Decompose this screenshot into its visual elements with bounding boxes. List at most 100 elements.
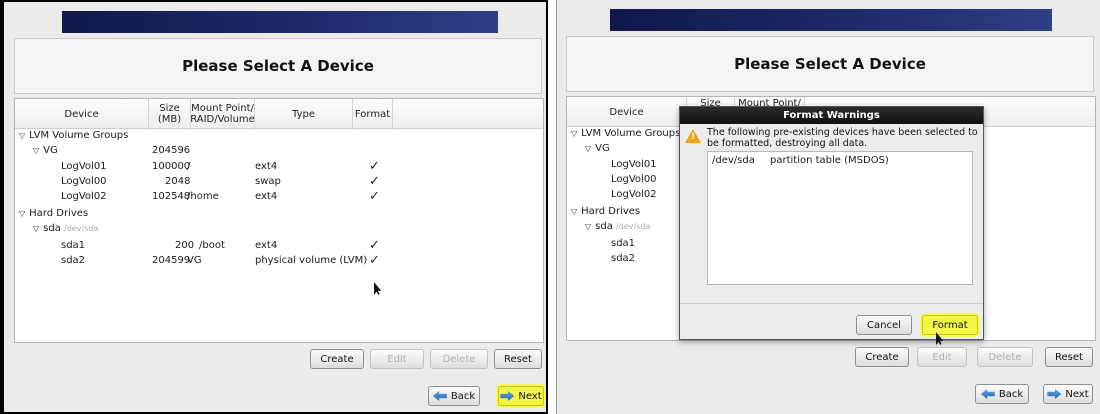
next-arrow-icon	[1047, 389, 1062, 399]
expander-down-icon[interactable]: ▽	[19, 131, 25, 140]
tree-row-lvm-groups[interactable]: ▽ LVM Volume Groups	[19, 129, 539, 142]
tree-row-logvol01[interactable]: LogVol01 100000 / ext4 ✓	[15, 160, 535, 173]
button-label: Reset	[504, 353, 532, 365]
tree-row-hard-drives[interactable]: ▽ Hard Drives	[19, 207, 539, 220]
dialog-separator	[680, 303, 983, 304]
create-button[interactable]: Create	[855, 347, 909, 367]
expander-down-icon[interactable]: ▽	[585, 144, 591, 153]
device-path: /dev/sda	[712, 155, 755, 166]
tree-row-sda2[interactable]: sda2	[611, 252, 635, 265]
left-installer-screen: Please Select A Device Device Size (MB) …	[0, 0, 548, 414]
delete-button[interactable]: Delete	[430, 349, 488, 369]
button-label: Reset	[1055, 351, 1083, 363]
tree-row-logvol01[interactable]: LogVol01	[611, 158, 657, 171]
device-name: sda2	[61, 255, 86, 266]
dialog-message: The following pre-existing devices have …	[707, 127, 978, 149]
device-name: LogVol02	[61, 191, 107, 202]
warning-icon: !	[685, 129, 701, 143]
tree-row-logvol00[interactable]: LogVol00 2048 swap ✓	[15, 175, 535, 188]
device-tree[interactable]: Device Size (MB) Mount Point/ RAID/Volum…	[14, 98, 544, 343]
reset-button[interactable]: Reset	[1045, 347, 1093, 367]
tree-row-vg[interactable]: ▽ VG	[585, 142, 610, 155]
delete-button[interactable]: Delete	[977, 347, 1033, 367]
dialog-title[interactable]: Format Warnings	[680, 107, 983, 124]
type-value: physical volume (LVM)	[255, 255, 368, 266]
next-arrow-icon	[500, 391, 515, 401]
format-check-icon[interactable]: ✓	[369, 190, 380, 203]
expander-down-icon[interactable]: ▽	[33, 146, 39, 155]
page-title: Please Select A Device	[14, 38, 542, 94]
type-value: swap	[255, 176, 281, 187]
column-format[interactable]: Format	[353, 99, 393, 129]
top-banner	[610, 9, 1052, 31]
page-title: Please Select A Device	[566, 36, 1094, 92]
format-check-icon[interactable]: ✓	[369, 239, 380, 252]
tree-row-sda[interactable]: ▽ sda /dev/sda	[15, 222, 535, 235]
size-value: 204596	[152, 145, 191, 156]
tree-row-hard-drives[interactable]: ▽ Hard Drives	[571, 205, 640, 218]
format-button[interactable]: Format	[922, 315, 978, 335]
tree-row-sda2[interactable]: sda2 204599 VG physical volume (LVM) ✓	[15, 254, 535, 267]
button-label: Format	[932, 319, 968, 331]
type-value: ext4	[255, 240, 278, 251]
expander-down-icon[interactable]: ▽	[571, 129, 577, 138]
tree-row-sda1[interactable]: sda1	[611, 237, 635, 250]
cancel-button[interactable]: Cancel	[856, 315, 912, 335]
format-device-list[interactable]: /dev/sda partition table (MSDOS)	[707, 151, 973, 285]
tree-label: LVM Volume Groups	[29, 130, 129, 141]
tree-row-sda[interactable]: ▽ sda /dev/sda	[585, 220, 650, 233]
reset-button[interactable]: Reset	[494, 349, 542, 369]
column-device[interactable]: Device	[15, 99, 149, 129]
back-arrow-icon	[980, 389, 995, 399]
button-label: Edit	[387, 353, 407, 365]
button-label: Back	[450, 390, 476, 402]
tree-row-sda1[interactable]: sda1 200 /boot ext4 ✓	[15, 239, 535, 252]
mount-value: /	[187, 161, 191, 172]
button-label: Delete	[988, 351, 1022, 363]
tree-row-logvol02[interactable]: LogVol02 102548 /home ext4 ✓	[15, 190, 535, 203]
tree-label: VG	[595, 143, 610, 154]
next-button[interactable]: Next	[498, 386, 544, 406]
next-button[interactable]: Next	[1043, 384, 1093, 404]
create-button[interactable]: Create	[310, 349, 364, 369]
format-check-icon[interactable]: ✓	[369, 160, 380, 173]
column-type[interactable]: Type	[255, 99, 353, 129]
type-value: ext4	[255, 161, 278, 172]
expander-down-icon[interactable]: ▽	[585, 222, 591, 231]
tree-row-logvol00[interactable]: LogVol00	[611, 173, 657, 186]
device-name: LogVol00	[61, 176, 107, 187]
button-label: Edit	[932, 351, 952, 363]
back-button[interactable]: Back	[428, 386, 480, 406]
edit-button[interactable]: Edit	[917, 347, 967, 367]
tree-label: Hard Drives	[29, 208, 89, 219]
expander-down-icon[interactable]: ▽	[33, 224, 39, 233]
column-device[interactable]: Device	[567, 97, 687, 127]
column-size[interactable]: Size (MB)	[149, 99, 191, 129]
button-label: Create	[320, 353, 354, 365]
device-description: partition table (MSDOS)	[770, 155, 889, 166]
format-check-icon[interactable]: ✓	[369, 175, 380, 188]
expander-down-icon[interactable]: ▽	[19, 209, 25, 218]
tree-header: Device Size (MB) Mount Point/ RAID/Volum…	[15, 99, 543, 129]
tree-row-vg[interactable]: ▽ VG 204596	[15, 144, 535, 157]
back-arrow-icon	[432, 391, 447, 401]
back-button[interactable]: Back	[975, 384, 1029, 404]
button-label: Cancel	[867, 319, 901, 331]
tree-row-lvm-groups[interactable]: ▽ LVM Volume Groups	[571, 127, 691, 140]
device-name: sda1	[61, 240, 86, 251]
button-label: Create	[865, 351, 899, 363]
tree-row-logvol02[interactable]: LogVol02	[611, 188, 657, 201]
button-label: Back	[998, 388, 1024, 400]
tree-label: Hard Drives	[581, 206, 641, 217]
column-mount-point[interactable]: Mount Point/ RAID/Volume	[190, 99, 255, 129]
edit-button[interactable]: Edit	[370, 349, 424, 369]
format-check-icon[interactable]: ✓	[369, 254, 380, 267]
button-label: Next	[1065, 388, 1089, 400]
format-warnings-dialog[interactable]: Format Warnings ! The following pre-exis…	[679, 106, 984, 340]
tree-label: sda	[595, 221, 613, 232]
list-item[interactable]: /dev/sda partition table (MSDOS)	[708, 154, 972, 167]
size-value: 102548	[152, 191, 191, 202]
expander-down-icon[interactable]: ▽	[571, 207, 577, 216]
tree-label: LVM Volume Groups	[581, 128, 681, 139]
top-banner	[62, 11, 498, 33]
